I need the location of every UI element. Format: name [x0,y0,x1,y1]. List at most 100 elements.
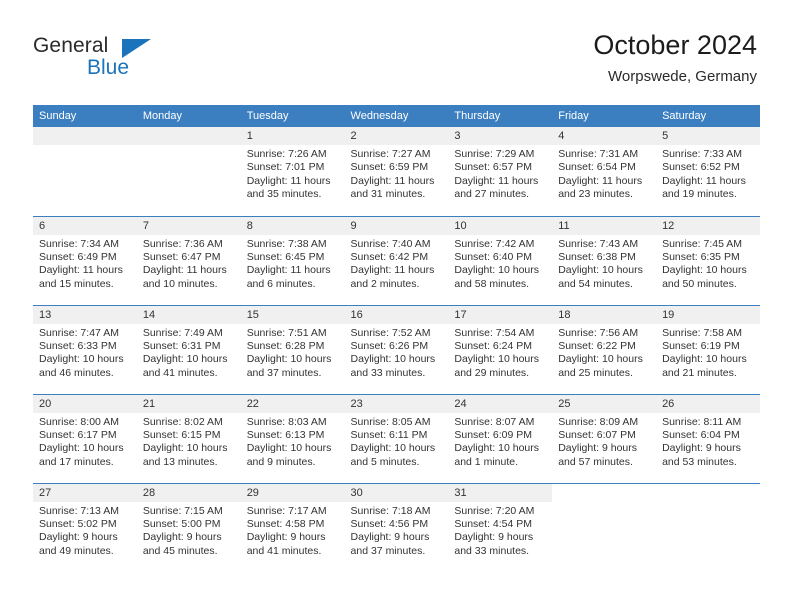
sunrise-time: Sunrise: 7:51 AM [246,326,327,339]
calendar-day-cell[interactable]: 16 Sunrise: 7:52 AM Sunset: 6:26 PM Dayligh… [344,304,449,394]
daylight-duration-line1: Daylight: 11 hours [558,174,643,187]
daylight-duration-line2: and 10 minutes. [142,277,218,290]
daylight-duration-line2: and 21 minutes. [662,366,737,379]
sunrise-time: Sunrise: 7:43 AM [558,237,639,250]
calendar-day-cell[interactable]: 7 Sunrise: 7:36 AM Sunset: 6:47 PM Daylight… [136,215,241,305]
daylight-duration-line1: Daylight: 11 hours [142,264,227,277]
day-details: Sunrise: 7:45 AM Sunset: 6:35 PM Daylight:… [656,235,760,292]
day-details: Sunrise: 7:20 AM Sunset: 4:54 PM Daylight:… [448,502,552,559]
calendar-day-cell[interactable]: 1 Sunrise: 7:26 AM Sunset: 7:01 PM Daylight… [240,127,345,216]
day-number: 7 [136,216,241,235]
sunset-time: Sunset: 6:59 PM [350,161,429,174]
calendar-day-cell[interactable]: 5 Sunrise: 7:33 AM Sunset: 6:52 PM Daylight… [656,127,760,216]
sunset-time: Sunset: 6:11 PM [350,428,428,441]
calendar-day-cell[interactable]: 27 Sunrise: 7:13 AM Sunset: 5:02 PM Dayligh… [33,482,137,572]
calendar-day-cell[interactable]: 22 Sunrise: 8:03 AM Sunset: 6:13 PM Dayligh… [240,393,345,483]
day-details: Sunrise: 7:54 AM Sunset: 6:24 PM Daylight:… [448,324,552,381]
weekday-header-row: Sunday Monday Tuesday Wednesday Thursday… [33,105,760,127]
brand-logo[interactable]: General Blue [33,34,163,92]
day-number: 25 [552,394,657,413]
sunrise-time: Sunrise: 7:52 AM [350,326,431,339]
sunrise-time: Sunrise: 7:26 AM [246,148,327,160]
sunset-time: Sunset: 6:52 PM [662,161,740,174]
sunset-time: Sunset: 6:45 PM [246,250,325,263]
calendar-day-cell[interactable]: 11 Sunrise: 7:43 AM Sunset: 6:38 PM Dayligh… [552,215,657,305]
day-number: 10 [448,216,553,235]
weekday-header-monday: Monday [136,105,241,127]
sunrise-time: Sunrise: 7:58 AM [662,326,743,339]
day-details: Sunrise: 7:42 AM Sunset: 6:40 PM Daylight:… [448,235,552,292]
sunset-time: Sunset: 6:26 PM [350,339,429,352]
daylight-duration-line1: Daylight: 11 hours [350,264,435,277]
day-details: Sunrise: 7:56 AM Sunset: 6:22 PM Daylight:… [552,324,656,381]
calendar-day-cell-empty [552,482,657,572]
sunrise-time: Sunrise: 7:40 AM [350,237,431,250]
daylight-duration-line1: Daylight: 11 hours [39,264,123,277]
daylight-duration-line1: Daylight: 10 hours [142,353,228,366]
sunset-time: Sunset: 6:09 PM [454,428,533,441]
calendar-day-cell[interactable]: 20 Sunrise: 8:00 AM Sunset: 6:17 PM Dayligh… [33,393,137,483]
calendar-day-cell[interactable]: 29 Sunrise: 7:17 AM Sunset: 4:58 PM Dayligh… [240,482,345,572]
day-number: 15 [240,305,345,324]
day-number: 19 [656,305,760,324]
sunrise-time: Sunrise: 7:54 AM [454,326,535,339]
day-details: Sunrise: 8:07 AM Sunset: 6:09 PM Daylight:… [448,413,552,470]
sunrise-time: Sunrise: 7:29 AM [454,148,535,160]
calendar-day-cell[interactable]: 30 Sunrise: 7:18 AM Sunset: 4:56 PM Dayligh… [344,482,449,572]
calendar-day-cell[interactable]: 18 Sunrise: 7:56 AM Sunset: 6:22 PM Dayligh… [552,304,657,394]
calendar-day-cell[interactable]: 3 Sunrise: 7:29 AM Sunset: 6:57 PM Daylight… [448,127,553,216]
calendar-day-cell[interactable]: 10 Sunrise: 7:42 AM Sunset: 6:40 PM Dayligh… [448,215,553,305]
day-details: Sunrise: 7:49 AM Sunset: 6:31 PM Daylight:… [137,324,241,381]
calendar-day-cell[interactable]: 9 Sunrise: 7:40 AM Sunset: 6:42 PM Daylight… [344,215,449,305]
daylight-duration-line2: and 6 minutes. [246,277,316,290]
daylight-duration-line1: Daylight: 11 hours [246,264,331,277]
day-number: 13 [33,305,137,324]
sunrise-time: Sunrise: 7:27 AM [350,148,431,160]
day-number: 12 [656,216,760,235]
calendar-day-cell[interactable]: 21 Sunrise: 8:02 AM Sunset: 6:15 PM Dayligh… [136,393,241,483]
calendar-day-cell[interactable]: 23 Sunrise: 8:05 AM Sunset: 6:11 PM Dayligh… [344,393,449,483]
calendar-day-cell[interactable]: 31 Sunrise: 7:20 AM Sunset: 4:54 PM Dayligh… [448,482,553,572]
calendar-day-cell[interactable]: 14 Sunrise: 7:49 AM Sunset: 6:31 PM Dayligh… [136,304,241,394]
calendar-day-cell[interactable]: 13 Sunrise: 7:47 AM Sunset: 6:33 PM Dayligh… [33,304,137,394]
calendar-day-cell[interactable]: 26 Sunrise: 8:11 AM Sunset: 6:04 PM Dayligh… [656,393,760,483]
day-number: 30 [344,483,449,502]
calendar-day-cell-empty [136,127,241,216]
sunset-time: Sunset: 7:01 PM [246,161,325,174]
calendar-day-cell[interactable]: 19 Sunrise: 7:58 AM Sunset: 6:19 PM Dayligh… [656,304,760,394]
calendar-day-cell[interactable]: 6 Sunrise: 7:34 AM Sunset: 6:49 PM Daylight… [33,215,137,305]
daylight-duration-line1: Daylight: 10 hours [246,442,332,455]
calendar-day-cell[interactable]: 8 Sunrise: 7:38 AM Sunset: 6:45 PM Daylight… [240,215,345,305]
daylight-duration-line2: and 13 minutes. [142,455,218,468]
day-number: 2 [344,127,449,145]
day-number: 4 [552,127,657,145]
day-details: Sunrise: 7:18 AM Sunset: 4:56 PM Daylight:… [345,502,449,559]
calendar-day-cell[interactable]: 25 Sunrise: 8:09 AM Sunset: 6:07 PM Dayligh… [552,393,657,483]
daylight-duration-line1: Daylight: 10 hours [454,442,540,455]
daylight-duration-line1: Daylight: 10 hours [662,264,747,277]
calendar-day-cell[interactable]: 28 Sunrise: 7:15 AM Sunset: 5:00 PM Dayligh… [136,482,241,572]
sunset-time: Sunset: 4:56 PM [350,517,429,530]
daylight-duration-line2: and 25 minutes. [558,366,633,379]
calendar-day-cell[interactable]: 24 Sunrise: 8:07 AM Sunset: 6:09 PM Dayligh… [448,393,553,483]
sunset-time: Sunset: 6:57 PM [454,161,533,174]
brand-name-blue: Blue [87,56,130,79]
day-details: Sunrise: 7:51 AM Sunset: 6:28 PM Daylight:… [241,324,345,381]
calendar-week-row: 13 Sunrise: 7:47 AM Sunset: 6:33 PM Dayligh… [33,304,760,394]
day-number: 20 [33,394,137,413]
day-details: Sunrise: 8:09 AM Sunset: 6:07 PM Daylight:… [552,413,656,470]
daylight-duration-line2: and 15 minutes. [39,277,114,290]
day-number [33,127,137,145]
calendar-week-row: 27 Sunrise: 7:13 AM Sunset: 5:02 PM Dayligh… [33,482,760,572]
daylight-duration-line2: and 31 minutes. [350,188,426,201]
calendar-day-cell[interactable]: 17 Sunrise: 7:54 AM Sunset: 6:24 PM Dayligh… [448,304,553,394]
calendar-day-cell[interactable]: 15 Sunrise: 7:51 AM Sunset: 6:28 PM Dayligh… [240,304,345,394]
weekday-header-friday: Friday [552,105,657,127]
day-details: Sunrise: 7:36 AM Sunset: 6:47 PM Daylight:… [137,235,241,292]
calendar-day-cell[interactable]: 4 Sunrise: 7:31 AM Sunset: 6:54 PM Daylight… [552,127,657,216]
calendar-day-cell[interactable]: 2 Sunrise: 7:27 AM Sunset: 6:59 PM Daylight… [344,127,449,216]
sunrise-time: Sunrise: 7:20 AM [454,504,535,517]
daylight-duration-line1: Daylight: 11 hours [662,174,746,187]
sunrise-time: Sunrise: 7:13 AM [39,504,119,517]
calendar-day-cell[interactable]: 12 Sunrise: 7:45 AM Sunset: 6:35 PM Dayligh… [656,215,760,305]
